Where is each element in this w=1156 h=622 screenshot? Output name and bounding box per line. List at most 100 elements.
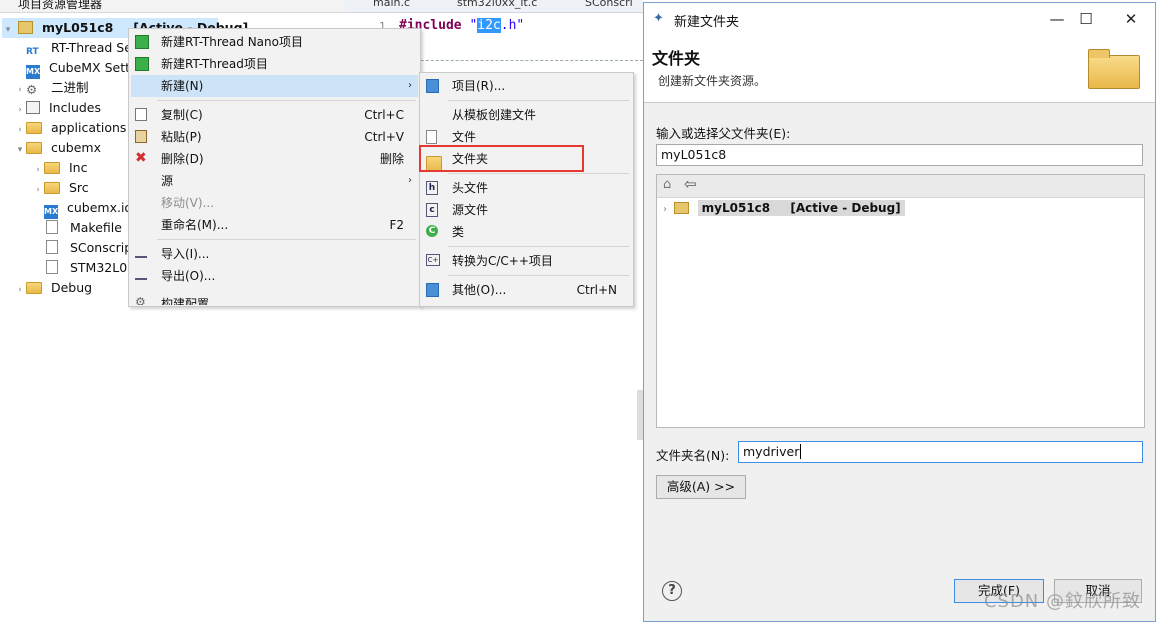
project-icon xyxy=(17,21,33,34)
source-file-icon: c xyxy=(426,203,438,217)
tree-item[interactable]: MX CubeMX Sett xyxy=(14,58,131,79)
menu-item-new-nano-project[interactable]: 新建RT-Thread Nano项目 xyxy=(131,31,418,53)
menu-separator xyxy=(448,173,629,174)
context-menu: 新建RT-Thread Nano项目 新建RT-Thread项目 新建(N) ›… xyxy=(128,28,421,307)
menu-item-build-config[interactable]: ⚙ 构建配置 xyxy=(131,291,418,305)
tree-item-label: applications xyxy=(50,120,127,135)
menu-item-delete[interactable]: ✖ 删除(D) 删除 xyxy=(131,148,418,170)
tree-item[interactable]: Makefile xyxy=(32,218,122,238)
tree-item[interactable]: › Inc xyxy=(32,158,87,178)
menu-item-import[interactable]: 导入(I)... xyxy=(131,243,418,265)
menu-separator xyxy=(448,275,629,276)
convert-icon: C+ xyxy=(426,254,440,266)
cubemx-icon: MX xyxy=(26,65,40,79)
menu-item-paste[interactable]: 粘贴(P) Ctrl+V xyxy=(131,126,418,148)
menu-separator xyxy=(448,246,629,247)
folder-name-input[interactable]: mydriver xyxy=(738,441,1143,463)
submenu-item-from-template[interactable]: 从模板创建文件 xyxy=(422,104,631,126)
tree-item-label: SConscript xyxy=(69,240,138,255)
expand-icon[interactable]: › xyxy=(663,204,667,215)
help-icon[interactable]: ? xyxy=(662,581,682,601)
tree-item[interactable]: › Src xyxy=(32,178,88,200)
delete-icon: ✖ xyxy=(135,150,147,166)
menu-item-export[interactable]: 导出(O)... xyxy=(131,265,418,287)
file-icon xyxy=(426,130,437,144)
folder-icon xyxy=(26,122,42,134)
menu-item-copy[interactable]: 复制(C) Ctrl+C xyxy=(131,104,418,126)
eclipse-icon: ✦ xyxy=(653,11,664,26)
tree-item[interactable]: SConscript xyxy=(32,238,137,258)
editor-tabs: main.c stm32l0xx_it.c SConscri xyxy=(345,0,643,13)
submenu-item-project[interactable]: 项目(R)... xyxy=(422,75,631,97)
menu-item-rename[interactable]: 重命名(M)... F2 xyxy=(131,214,418,236)
expand-icon[interactable]: › xyxy=(14,100,26,120)
back-arrow-icon[interactable]: ⇦ xyxy=(684,175,697,193)
parent-folder-input[interactable]: myL051c8 xyxy=(656,144,1143,166)
tree-item[interactable]: ▾ cubemx xyxy=(14,138,101,158)
tree-item-label: Includes xyxy=(48,100,101,115)
tab-main-c[interactable]: main.c xyxy=(373,0,410,9)
dialog-heading: 文件夹 xyxy=(652,49,701,68)
submenu-arrow-icon: › xyxy=(408,80,412,91)
folder-tree[interactable]: ⌂ ⇦ › myL051c8 [Active - Debug] xyxy=(656,174,1145,428)
folder-banner-icon xyxy=(1086,49,1140,89)
folder-icon xyxy=(44,162,60,174)
submenu-item-other[interactable]: 其他(O)... Ctrl+N xyxy=(422,279,631,301)
folder-icon xyxy=(44,182,60,194)
submenu-item-class[interactable]: C 类 xyxy=(422,221,631,243)
home-icon[interactable]: ⌂ xyxy=(663,177,671,192)
minimize-button[interactable]: — xyxy=(1042,7,1072,31)
submenu-item-source-file[interactable]: c 源文件 xyxy=(422,199,631,221)
new-project-icon xyxy=(135,57,149,71)
tree-item-label: CubeMX Sett xyxy=(48,60,131,75)
project-name: myL051c8 xyxy=(41,20,114,35)
expand-icon[interactable]: › xyxy=(32,180,44,200)
tree-item-label: STM32L05 xyxy=(69,260,136,275)
tree-item[interactable]: RT RT-Thread Se xyxy=(14,38,132,58)
submenu-item-header-file[interactable]: h 头文件 xyxy=(422,177,631,199)
file-icon xyxy=(46,240,58,254)
menu-item-source[interactable]: 源 › xyxy=(131,170,418,192)
collapse-icon[interactable]: ▾ xyxy=(2,20,14,40)
expand-icon[interactable]: › xyxy=(14,80,26,100)
tree-project-node[interactable]: › myL051c8 [Active - Debug] xyxy=(663,199,905,217)
tree-item[interactable]: › Debug xyxy=(14,278,92,298)
dialog-title: 新建文件夹 xyxy=(674,15,740,30)
tree-item[interactable]: MX cubemx.ioc xyxy=(32,198,139,219)
tree-item-label: Inc xyxy=(68,160,88,175)
tab-sconscript[interactable]: SConscri xyxy=(585,0,633,9)
close-button[interactable]: ✕ xyxy=(1116,7,1146,31)
dialog-banner: 文件夹 创建新文件夹资源。 xyxy=(644,35,1155,103)
class-icon: C xyxy=(426,225,438,237)
expand-icon[interactable]: › xyxy=(14,120,26,140)
tree-item[interactable]: › applications xyxy=(14,118,126,138)
expand-icon[interactable]: › xyxy=(32,160,44,180)
submenu-item-convert[interactable]: C+ 转换为C/C++项目 xyxy=(422,250,631,272)
new-submenu: 项目(R)... 从模板创建文件 文件 文件夹 h 头文件 c 源文件 C 类 … xyxy=(419,72,634,307)
tree-item-label: 二进制 xyxy=(50,80,89,95)
explorer-header: 项目资源管理器 xyxy=(0,0,352,13)
folder-highlight-box xyxy=(419,145,584,172)
tree-item-label: cubemx xyxy=(50,140,101,155)
new-folder-dialog: ✦ 新建文件夹 — ☐ ✕ 文件夹 创建新文件夹资源。 输入或选择父文件夹(E)… xyxy=(643,2,1156,622)
expand-icon[interactable]: › xyxy=(14,280,26,300)
collapse-icon[interactable]: ▾ xyxy=(14,140,26,160)
folder-name-label: 文件夹名(N): xyxy=(656,448,730,463)
text-cursor xyxy=(800,444,802,459)
submenu-arrow-icon: › xyxy=(408,175,412,186)
header-file-icon: h xyxy=(426,181,438,195)
tree-item-label: Debug xyxy=(50,280,93,295)
import-icon xyxy=(135,247,147,258)
tree-item[interactable]: STM32L05 xyxy=(32,258,135,278)
code-rest: .h" xyxy=(500,18,525,33)
menu-item-new-rt-thread-project[interactable]: 新建RT-Thread项目 xyxy=(131,53,418,75)
menu-separator xyxy=(157,239,416,240)
copy-icon xyxy=(135,108,147,121)
maximize-button[interactable]: ☐ xyxy=(1071,7,1101,31)
tab-stm32l0xx-it-c[interactable]: stm32l0xx_it.c xyxy=(457,0,537,9)
menu-item-new[interactable]: 新建(N) › xyxy=(131,75,418,97)
advanced-button[interactable]: 高级(A) >> xyxy=(656,475,746,499)
tree-item[interactable]: › Includes xyxy=(14,98,101,118)
tree-item[interactable]: › ⚙ 二进制 xyxy=(14,78,89,100)
tree-project-config: [Active - Debug] xyxy=(790,201,901,215)
